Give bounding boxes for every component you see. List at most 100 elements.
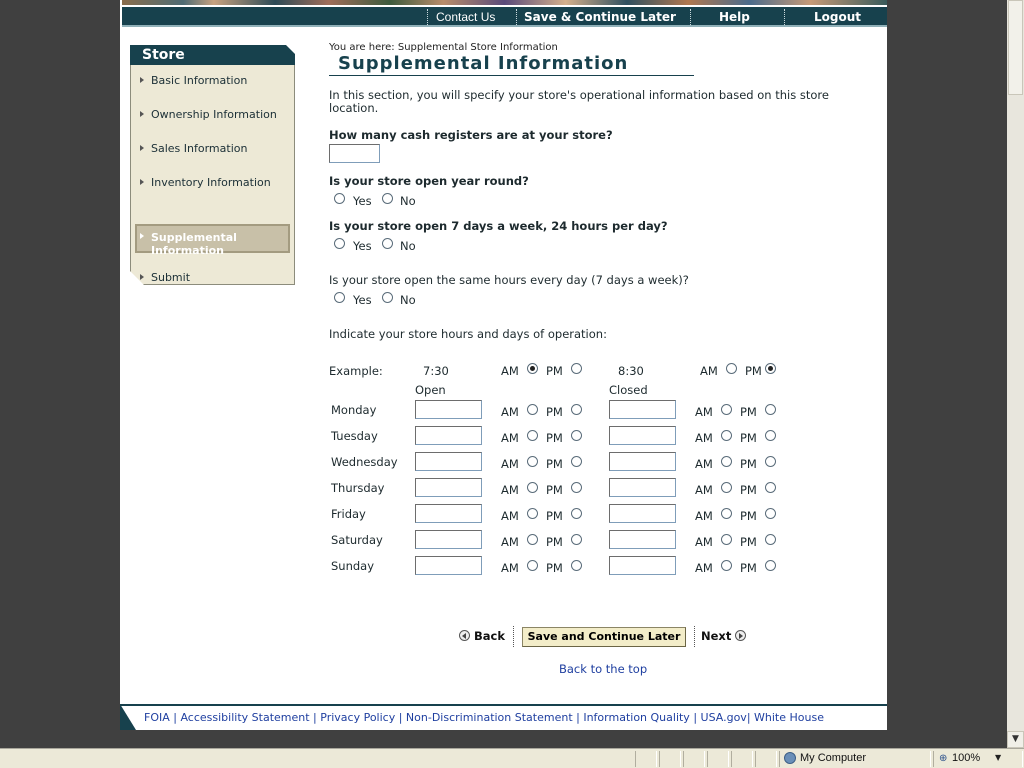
tuesday-open-am-radio[interactable] — [527, 430, 538, 441]
am-label: AM — [695, 509, 713, 523]
thursday-close-time-input[interactable] — [609, 478, 676, 497]
wednesday-close-am-radio[interactable] — [721, 456, 732, 467]
zoom-dropdown-icon[interactable]: ▼ — [995, 753, 1001, 762]
always-open-yes-radio[interactable] — [334, 238, 345, 249]
open-header: Open — [415, 383, 446, 397]
wednesday-open-am-radio[interactable] — [527, 456, 538, 467]
logout-link[interactable]: Logout — [814, 7, 861, 27]
vertical-scrollbar[interactable] — [1007, 0, 1024, 748]
tuesday-open-time-input[interactable] — [415, 426, 482, 445]
next-button-label: Next — [701, 629, 732, 643]
arrow-icon — [140, 77, 144, 83]
sidebar-item-sales-information[interactable]: Sales Information — [151, 142, 281, 155]
footer-sep: | — [746, 711, 755, 724]
day-label-friday: Friday — [331, 507, 366, 521]
day-label-wednesday: Wednesday — [331, 455, 398, 469]
friday-open-pm-radio[interactable] — [571, 508, 582, 519]
hours-instruction: Indicate your store hours and days of op… — [329, 327, 607, 341]
sunday-open-am-radio[interactable] — [527, 560, 538, 571]
thursday-open-time-input[interactable] — [415, 478, 482, 497]
next-button[interactable]: Next — [701, 629, 747, 643]
friday-close-am-radio[interactable] — [721, 508, 732, 519]
sidebar-item-inventory-information[interactable]: Inventory Information — [151, 176, 281, 189]
sidebar-item-submit[interactable]: Submit — [151, 271, 281, 284]
pm-label: PM — [740, 457, 757, 471]
sidebar-item-basic-information[interactable]: Basic Information — [151, 74, 281, 87]
thursday-open-pm-radio[interactable] — [571, 482, 582, 493]
monday-open-am-radio[interactable] — [527, 404, 538, 415]
nav-separator — [427, 9, 428, 25]
same-hours-no-radio[interactable] — [382, 292, 393, 303]
saturday-close-pm-radio[interactable] — [765, 534, 776, 545]
contact-us-link[interactable]: Contact Us — [436, 7, 495, 27]
back-to-top-link[interactable]: Back to the top — [559, 662, 647, 676]
tuesday-close-am-radio[interactable] — [721, 430, 732, 441]
footer-link-information-quality[interactable]: Information Quality — [583, 711, 689, 724]
always-open-no-radio[interactable] — [382, 238, 393, 249]
friday-open-am-radio[interactable] — [527, 508, 538, 519]
friday-close-time-input[interactable] — [609, 504, 676, 523]
saturday-open-am-radio[interactable] — [527, 534, 538, 545]
scrollbar-thumb[interactable] — [1008, 0, 1023, 95]
thursday-close-am-radio[interactable] — [721, 482, 732, 493]
tuesday-open-pm-radio[interactable] — [571, 430, 582, 441]
sidebar-item-ownership-information[interactable]: Ownership Information — [151, 108, 281, 121]
footer-link-accessibility[interactable]: Accessibility Statement — [180, 711, 309, 724]
registers-input[interactable] — [329, 144, 380, 163]
page-content: Contact Us Save & Continue Later Help Lo… — [120, 0, 887, 730]
footer-link-foia[interactable]: FOIA — [144, 711, 170, 724]
page-title: Supplemental Information — [338, 53, 629, 74]
saturday-close-am-radio[interactable] — [721, 534, 732, 545]
monday-close-time-input[interactable] — [609, 400, 676, 419]
footer-link-white-house[interactable]: White House — [754, 711, 824, 724]
pm-label: PM — [740, 483, 757, 497]
sunday-close-am-radio[interactable] — [721, 560, 732, 571]
saturday-open-pm-radio[interactable] — [571, 534, 582, 545]
arrow-icon — [140, 274, 144, 280]
thursday-open-am-radio[interactable] — [527, 482, 538, 493]
sunday-close-time-input[interactable] — [609, 556, 676, 575]
arrow-icon — [140, 145, 144, 151]
wednesday-close-time-input[interactable] — [609, 452, 676, 471]
arrow-icon — [140, 233, 144, 239]
tuesday-close-time-input[interactable] — [609, 426, 676, 445]
footer-link-usa-gov[interactable]: USA.gov — [701, 711, 747, 724]
sunday-open-time-input[interactable] — [415, 556, 482, 575]
am-label: AM — [501, 509, 519, 523]
saturday-open-time-input[interactable] — [415, 530, 482, 549]
year-round-yes-radio[interactable] — [334, 193, 345, 204]
save-continue-later-button[interactable]: Save and Continue Later — [522, 627, 686, 647]
scroll-down-icon[interactable]: ▼ — [1007, 731, 1024, 748]
tuesday-close-pm-radio[interactable] — [765, 430, 776, 441]
wednesday-open-pm-radio[interactable] — [571, 456, 582, 467]
footer-link-privacy[interactable]: Privacy Policy — [320, 711, 395, 724]
monday-close-am-radio[interactable] — [721, 404, 732, 415]
status-cell — [635, 751, 657, 767]
am-label: AM — [695, 431, 713, 445]
monday-close-pm-radio[interactable] — [765, 404, 776, 415]
wednesday-close-pm-radio[interactable] — [765, 456, 776, 467]
footer-link-non-discrimination[interactable]: Non-Discrimination Statement — [406, 711, 573, 724]
help-link[interactable]: Help — [719, 7, 750, 27]
pm-label: PM — [546, 431, 563, 445]
question-always-open: Is your store open 7 days a week, 24 hou… — [329, 219, 668, 233]
save-continue-later-link[interactable]: Save & Continue Later — [524, 7, 676, 27]
same-hours-yes-radio[interactable] — [334, 292, 345, 303]
friday-open-time-input[interactable] — [415, 504, 482, 523]
sidebar-item-supplemental-information[interactable]: Supplemental Information — [151, 231, 281, 257]
saturday-close-time-input[interactable] — [609, 530, 676, 549]
zoom-level[interactable]: 100% — [952, 752, 980, 764]
year-round-no-radio[interactable] — [382, 193, 393, 204]
back-button[interactable]: Back — [459, 629, 505, 643]
friday-close-pm-radio[interactable] — [765, 508, 776, 519]
question-registers: How many cash registers are at your stor… — [329, 128, 613, 142]
monday-open-time-input[interactable] — [415, 400, 482, 419]
sunday-open-pm-radio[interactable] — [571, 560, 582, 571]
status-bar: My Computer ⊕ 100% ▼ — [0, 748, 1024, 768]
wednesday-open-time-input[interactable] — [415, 452, 482, 471]
thursday-close-pm-radio[interactable] — [765, 482, 776, 493]
intro-text: In this section, you will specify your s… — [329, 88, 829, 115]
monday-open-pm-radio[interactable] — [571, 404, 582, 415]
sunday-close-pm-radio[interactable] — [765, 560, 776, 571]
breadcrumb: You are here: Supplemental Store Informa… — [329, 42, 558, 53]
